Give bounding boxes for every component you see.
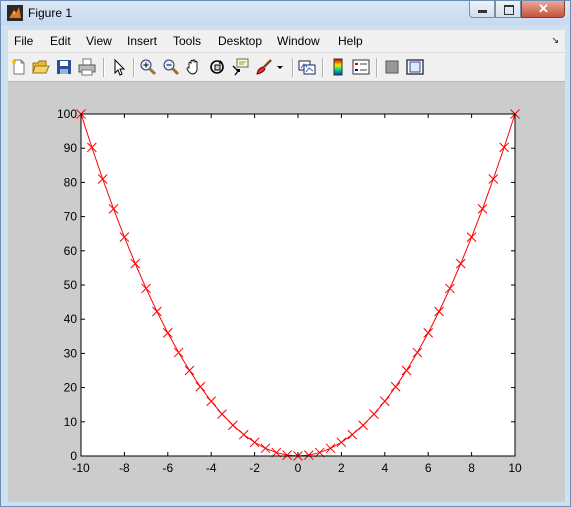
- y-tick-label: 50: [64, 278, 78, 292]
- x-tick-label: -10: [72, 461, 90, 475]
- y-tick-label: 10: [64, 415, 78, 429]
- y-tick-label: 100: [57, 107, 77, 121]
- print-icon[interactable]: [78, 58, 96, 76]
- link-plot-icon[interactable]: [298, 58, 316, 76]
- zoom-out-icon[interactable]: [162, 58, 180, 76]
- dock-arrow-icon[interactable]: ↘: [551, 35, 559, 46]
- y-tick-label: 60: [64, 244, 78, 258]
- y-tick-label: 20: [64, 381, 78, 395]
- data-cursor-icon[interactable]: [231, 58, 249, 76]
- edit-plot-arrow-icon[interactable]: [110, 58, 128, 76]
- x-tick-label: 6: [425, 461, 432, 475]
- figure-window: Figure 1 ✕ File Edit View Insert Tools D…: [0, 0, 571, 507]
- pan-hand-icon[interactable]: [185, 58, 203, 76]
- figure-canvas: -10 -8 -6 -4 -2 0 2 4 6 8 10 0 10 20 30 40 50 60 70 80 90 100: [8, 82, 565, 502]
- menu-bar: File Edit View Insert Tools Desktop Wind…: [8, 30, 565, 52]
- x-tick-label: -2: [249, 461, 260, 475]
- new-figure-icon[interactable]: [10, 58, 28, 76]
- menu-view[interactable]: View: [86, 34, 112, 48]
- matlab-logo-icon: [7, 5, 23, 21]
- y-tick-label: 70: [64, 210, 78, 224]
- x-tick-label: -8: [119, 461, 130, 475]
- y-tick-label: 80: [64, 175, 78, 189]
- insert-colorbar-icon[interactable]: [329, 58, 347, 76]
- y-tick-label: 30: [64, 346, 78, 360]
- window-title: Figure 1: [28, 6, 73, 20]
- y-tick-label: 90: [64, 141, 78, 155]
- hide-plot-tools-icon[interactable]: [383, 58, 401, 76]
- minimize-button[interactable]: [469, 1, 495, 18]
- rotate-3d-icon[interactable]: [208, 58, 226, 76]
- y-tick-label: 0: [70, 449, 77, 463]
- maximize-button[interactable]: [495, 1, 521, 18]
- brush-icon[interactable]: [255, 58, 273, 76]
- menu-window[interactable]: Window: [277, 34, 320, 48]
- menu-help[interactable]: Help: [338, 34, 363, 48]
- menu-desktop[interactable]: Desktop: [218, 34, 262, 48]
- plot-area: [81, 114, 515, 456]
- x-tick-label: 8: [468, 461, 475, 475]
- figure-toolbar: [8, 52, 565, 82]
- x-tick-label: 10: [508, 461, 522, 475]
- x-tick-label: -4: [206, 461, 217, 475]
- menu-insert[interactable]: Insert: [127, 34, 157, 48]
- menu-file[interactable]: File: [14, 34, 33, 48]
- save-icon[interactable]: [55, 58, 73, 76]
- x-tick-label: -6: [162, 461, 173, 475]
- title-bar[interactable]: Figure 1 ✕: [1, 1, 570, 25]
- menu-edit[interactable]: Edit: [50, 34, 71, 48]
- zoom-in-icon[interactable]: [139, 58, 157, 76]
- show-plot-tools-icon[interactable]: [406, 58, 424, 76]
- x-tick-label: 0: [295, 461, 302, 475]
- x-tick-label: 2: [338, 461, 345, 475]
- plot-axes[interactable]: -10 -8 -6 -4 -2 0 2 4 6 8 100102030405060708090100: [8, 82, 565, 502]
- insert-legend-icon[interactable]: [352, 58, 370, 76]
- y-tick-label: 40: [64, 312, 78, 326]
- open-file-icon[interactable]: [32, 58, 50, 76]
- brush-dropdown-icon[interactable]: [275, 58, 285, 76]
- close-button[interactable]: ✕: [521, 1, 565, 18]
- menu-tools[interactable]: Tools: [173, 34, 201, 48]
- x-tick-label: 4: [381, 461, 388, 475]
